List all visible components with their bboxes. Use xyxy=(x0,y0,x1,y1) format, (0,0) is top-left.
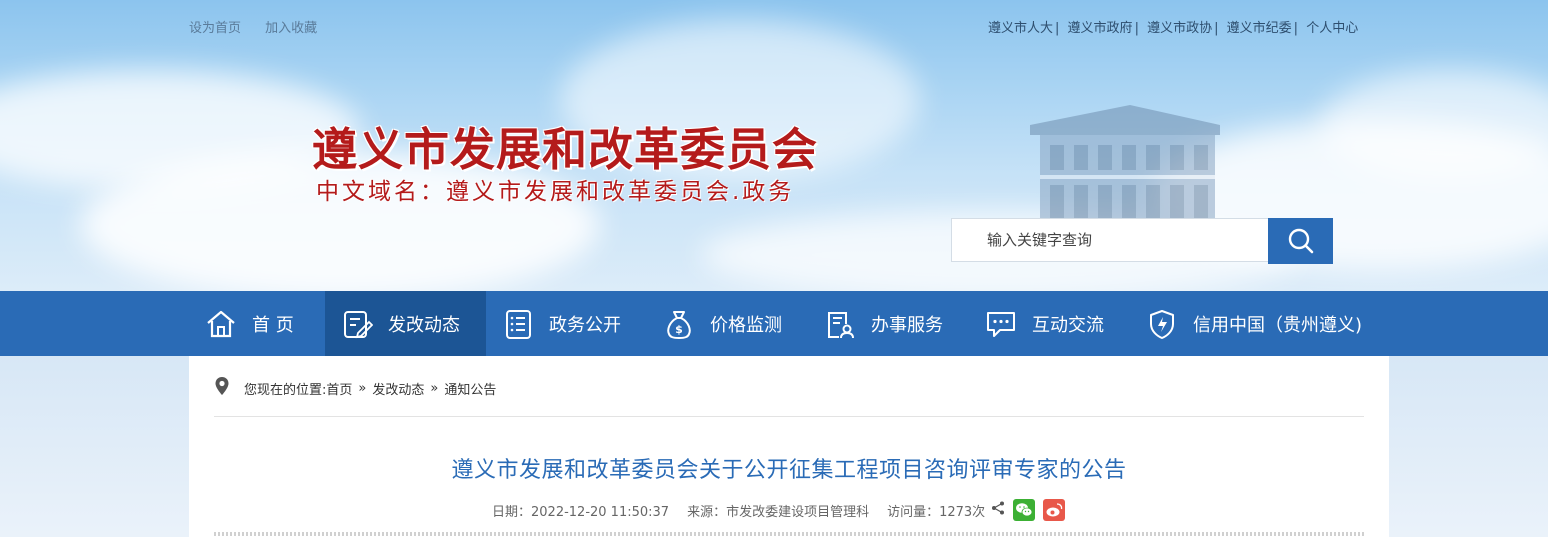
nav-label: 价格监测 xyxy=(710,314,782,336)
dotted-divider xyxy=(214,532,1364,536)
nav-label: 首 页 xyxy=(252,314,294,336)
link-zunyi-npc[interactable]: 遵义市人大 xyxy=(988,21,1053,36)
article-views: 访问量：1273次 xyxy=(887,504,986,520)
edit-document-icon xyxy=(340,307,374,341)
breadcrumb-arrow: » xyxy=(430,380,439,396)
historic-building-image xyxy=(1030,105,1220,225)
main-nav: 首 页 发改动态 政务公开 $ 价格监测 办事服务 互动交流 信用中国（贵州遵义… xyxy=(0,291,1548,356)
article-panel: 您现在的位置: 首页 » 发改动态 » 通知公告 遵义市发展和改革委员会关于公开… xyxy=(189,356,1389,537)
breadcrumb-reform-news[interactable]: 发改动态 xyxy=(372,379,424,398)
article-meta: 日期：2022-12-20 11:50:37 来源：市发改委建设项目管理科 访问… xyxy=(492,499,1066,521)
breadcrumb-prefix: 您现在的位置: xyxy=(244,382,327,398)
top-links-left: 设为首页 加入收藏 xyxy=(189,17,337,36)
search-input[interactable] xyxy=(985,219,1259,261)
article-title: 遵义市发展和改革委员会关于公开征集工程项目咨询评审专家的公告 xyxy=(451,458,1127,483)
site-title: 遵义市发展和改革委员会 xyxy=(312,123,819,176)
nav-item-gov-affairs[interactable]: 政务公开 xyxy=(486,291,647,356)
person-document-icon xyxy=(823,307,857,341)
divider xyxy=(214,416,1364,417)
link-separator: | xyxy=(1134,21,1139,36)
link-personal-center[interactable]: 个人中心 xyxy=(1306,21,1358,36)
svg-text:$: $ xyxy=(675,323,683,336)
weibo-icon xyxy=(1046,503,1063,517)
list-document-icon xyxy=(501,307,535,341)
search-button[interactable] xyxy=(1268,218,1333,264)
breadcrumb-home[interactable]: 首页 xyxy=(326,379,352,398)
add-favorite-link[interactable]: 加入收藏 xyxy=(265,21,317,36)
breadcrumb-arrow: » xyxy=(358,380,367,396)
link-zunyi-discipline[interactable]: 遵义市纪委 xyxy=(1227,21,1292,36)
breadcrumb: 您现在的位置: 首页 » 发改动态 » 通知公告 xyxy=(214,376,496,400)
article-source: 来源：市发改委建设项目管理科 xyxy=(687,504,870,520)
nav-item-reform-news[interactable]: 发改动态 xyxy=(325,291,486,356)
link-separator: | xyxy=(1055,21,1060,36)
link-zunyi-cppcc[interactable]: 遵义市政协 xyxy=(1147,21,1212,36)
nav-label: 信用中国（贵州遵义) xyxy=(1193,314,1363,336)
nav-item-credit-china[interactable]: 信用中国（贵州遵义) xyxy=(1130,291,1380,356)
money-bag-icon: $ xyxy=(662,307,696,341)
nav-label: 互动交流 xyxy=(1032,314,1104,336)
nav-item-home[interactable]: 首 页 xyxy=(189,291,325,356)
nav-label: 发改动态 xyxy=(388,314,460,336)
search-icon xyxy=(1288,228,1313,254)
wechat-share-button[interactable] xyxy=(1013,499,1036,521)
nav-label: 办事服务 xyxy=(871,314,943,336)
breadcrumb-notices[interactable]: 通知公告 xyxy=(444,379,496,398)
header-banner: 设为首页 加入收藏 遵义市人大 | 遵义市政府 | 遵义市政协 | 遵义市纪委 | 个人… xyxy=(0,0,1548,291)
top-links-right: 遵义市人大 | 遵义市政府 | 遵义市政协 | 遵义市纪委 | 个人中心 xyxy=(988,17,1358,36)
wechat-icon xyxy=(1016,503,1033,517)
share-icon[interactable] xyxy=(991,501,1005,519)
nav-item-price-monitor[interactable]: $ 价格监测 xyxy=(647,291,808,356)
chat-bubble-icon xyxy=(984,307,1018,341)
set-homepage-link[interactable]: 设为首页 xyxy=(189,21,241,36)
weibo-share-button[interactable] xyxy=(1043,499,1066,521)
search-box xyxy=(951,218,1268,262)
link-separator: | xyxy=(1214,21,1219,36)
link-zunyi-gov[interactable]: 遵义市政府 xyxy=(1068,21,1133,36)
shield-icon xyxy=(1145,307,1179,341)
nav-label: 政务公开 xyxy=(549,314,621,336)
nav-item-interaction[interactable]: 互动交流 xyxy=(969,291,1130,356)
nav-item-services[interactable]: 办事服务 xyxy=(808,291,969,356)
article-date: 日期：2022-12-20 11:50:37 xyxy=(492,504,670,520)
site-domain: 中文域名：遵义市发展和改革委员会.政务 xyxy=(316,179,795,205)
location-pin-icon xyxy=(214,376,230,400)
home-icon xyxy=(204,307,238,341)
link-separator: | xyxy=(1293,21,1299,36)
